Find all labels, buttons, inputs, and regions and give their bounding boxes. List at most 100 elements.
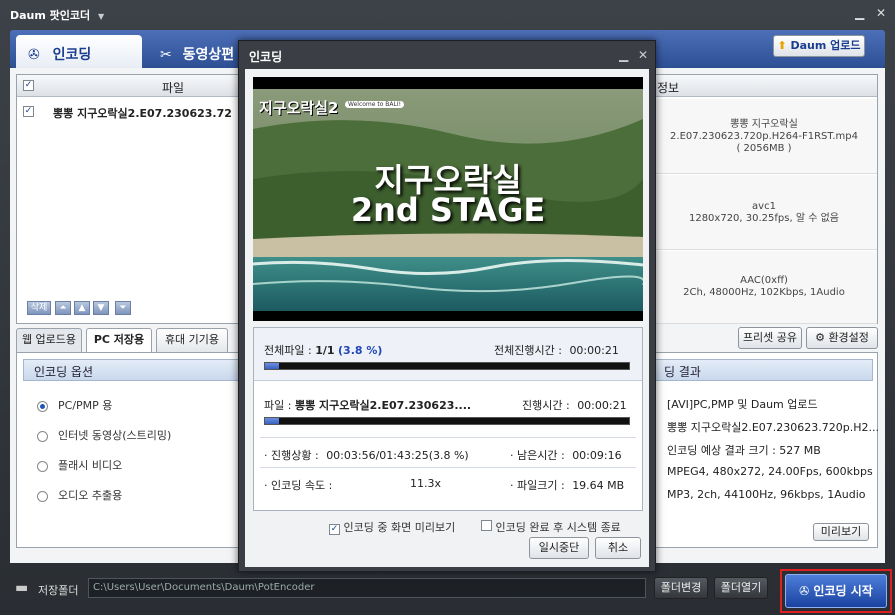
- info-file-line2: 2.E07.230623.720p.H264-F1RST.mp4: [670, 131, 858, 142]
- file-label: 파일 :: [264, 399, 292, 412]
- daum-upload-button[interactable]: ⬆ Daum 업로드: [773, 35, 865, 57]
- file-name: 뽕뽕 지구오락실2.E07.230623....: [294, 399, 472, 412]
- info-cell-file: 뽕뽕 지구오락실 2.E07.230623.720p.H264-F1RST.mp…: [651, 99, 877, 174]
- header-info: 정보: [657, 81, 680, 95]
- start-encoding-label: 인코딩 시작: [813, 584, 873, 598]
- radio-dot: [37, 400, 48, 412]
- status-value: 00:03:56/01:43:25(3.8 %): [326, 449, 469, 462]
- encoding-options-header: 인코딩 옵션: [23, 359, 243, 381]
- radio-audio-label: 오디오 추출용: [58, 489, 123, 502]
- result-line: [AVI]PC,PMP 및 Daum 업로드: [667, 398, 818, 411]
- title-line-2: 2nd STAGE: [350, 191, 546, 229]
- total-progress-fill: [265, 363, 279, 369]
- tab-web-upload[interactable]: 웹 업로드용: [16, 328, 82, 352]
- dialog-title-bar: 인코딩 ▁ ✕: [239, 41, 655, 69]
- speed-value: 11.3x: [410, 477, 442, 490]
- cancel-button[interactable]: 취소: [595, 537, 641, 559]
- result-line: 뽕뽕 지구오락실2.E07.230623.720p.H2...: [667, 421, 879, 434]
- header-file: 파일: [162, 81, 185, 95]
- open-folder-button[interactable]: 폴더열기: [714, 577, 768, 599]
- total-time-row: 전체진행시간 : 00:00:21: [494, 342, 619, 358]
- start-encoding-button[interactable]: ✇ 인코딩 시작: [785, 574, 887, 608]
- divider: [260, 437, 636, 438]
- dialog-close-button[interactable]: ✕: [638, 48, 648, 62]
- info-audio-line2: 2Ch, 48000Hz, 102Kbps, 1Audio: [683, 287, 845, 298]
- film-reel-icon: ✇: [28, 47, 40, 63]
- speed-label: · 인코딩 속도 :: [264, 479, 333, 492]
- gear-icon: ⚙: [815, 331, 825, 344]
- radio-dot: [37, 430, 48, 442]
- radio-dot: [37, 490, 48, 502]
- settings-button[interactable]: ⚙ 환경설정: [806, 327, 878, 349]
- filesize-value: 19.64 MB: [572, 479, 625, 492]
- folder-icon: ▬: [15, 580, 29, 596]
- title-menu-arrow-icon[interactable]: ▼: [98, 12, 104, 21]
- status-row: · 진행상황 : 00:03:56/01:43:25(3.8 %): [264, 447, 469, 463]
- info-video-line1: avc1: [752, 201, 776, 212]
- shutdown-label: 인코딩 완료 후 시스템 종료: [495, 521, 621, 534]
- progress-time-value: 00:00:21: [577, 399, 627, 412]
- move-up-button[interactable]: ▲: [74, 301, 90, 315]
- tab-pc-save[interactable]: PC 저장용: [86, 328, 152, 352]
- info-audio-line1: AAC(0xff): [740, 275, 788, 286]
- result-header: 딩 결과: [653, 359, 873, 381]
- show-badge: Welcome to BALI!: [345, 101, 405, 108]
- select-all-checkbox[interactable]: ✓: [23, 80, 34, 91]
- tab-encoding-label: 인코딩: [52, 47, 92, 63]
- preview-while-encoding-option[interactable]: ✓ 인코딩 중 화면 미리보기: [329, 519, 455, 535]
- film-reel-icon: ✇: [799, 584, 810, 598]
- info-cell-audio: AAC(0xff) 2Ch, 48000Hz, 102Kbps, 1Audio: [651, 251, 877, 324]
- file-progress-bar: [264, 417, 630, 425]
- close-button[interactable]: ✕: [876, 6, 886, 20]
- file-row-checkbox[interactable]: ✓: [23, 106, 34, 117]
- info-file-line3: ( 2056MB ): [736, 143, 792, 154]
- save-folder-path[interactable]: C:\Users\User\Documents\Daum\PotEncoder: [88, 578, 646, 598]
- total-percent: (3.8 %): [338, 344, 383, 357]
- result-line: MPEG4, 480x272, 24.00Fps, 600kbps: [667, 465, 873, 478]
- tab-mobile[interactable]: 휴대 기기용: [156, 328, 228, 352]
- delete-button[interactable]: 삭제: [27, 301, 51, 315]
- pause-button[interactable]: 일시중단: [529, 537, 589, 559]
- radio-dot: [37, 460, 48, 472]
- radio-audio[interactable]: 오디오 추출용: [37, 487, 122, 503]
- tab-encoding[interactable]: ✇ 인코딩: [16, 35, 142, 68]
- minimize-button[interactable]: ▁: [855, 6, 864, 20]
- total-time-value: 00:00:21: [569, 344, 619, 357]
- app-title: Daum 팟인코더: [10, 9, 91, 22]
- video-preview: 지구오락실2 Welcome to BALI! 지구오락실 2nd STAGE: [253, 77, 643, 321]
- daum-upload-label: Daum 업로드: [790, 39, 861, 52]
- tab-video-edit-label: 동영상편: [182, 47, 235, 63]
- radio-streaming-label: 인터넷 동영상(스트리밍): [58, 429, 172, 442]
- bottom-bar: ▬ 저장폴더 C:\Users\User\Documents\Daum\PotE…: [0, 566, 895, 615]
- move-bottom-button[interactable]: ⏷: [115, 301, 131, 315]
- radio-pc-pmp[interactable]: PC/PMP 용: [37, 397, 112, 413]
- result-line: MP3, 2ch, 44100Hz, 96kbps, 1Audio: [667, 488, 866, 501]
- dialog-minimize-button[interactable]: ▁: [619, 48, 628, 62]
- filesize-row: · 파일크기 : 19.64 MB: [510, 477, 624, 493]
- total-time-label: 전체진행시간 :: [494, 344, 562, 357]
- change-folder-button[interactable]: 폴더변경: [654, 577, 708, 599]
- result-line: 인코딩 예상 결과 크기 : 527 MB: [667, 444, 821, 457]
- scissors-icon: ✂: [160, 47, 172, 63]
- info-cell-video: avc1 1280x720, 30.25fps, 알 수 없음: [651, 175, 877, 250]
- preset-share-button[interactable]: 프리셋 공유: [738, 327, 802, 349]
- shutdown-option[interactable]: 인코딩 완료 후 시스템 종료: [481, 519, 621, 535]
- total-files-value: 1/1: [315, 344, 335, 357]
- speed-row: · 인코딩 속도 : 11.3x: [264, 477, 441, 493]
- move-down-button[interactable]: ▼: [93, 301, 109, 315]
- encoding-dialog: 인코딩 ▁ ✕ 지구오락실2 Welcome to BALI! 지구오락실 2n…: [238, 40, 656, 572]
- radio-flash[interactable]: 플래시 비디오: [37, 457, 122, 473]
- save-folder-label: 저장폴더: [38, 584, 79, 597]
- remaining-value: 00:09:16: [572, 449, 622, 462]
- preview-while-encoding-checkbox[interactable]: ✓: [329, 524, 340, 535]
- preview-button[interactable]: 미리보기: [813, 523, 869, 541]
- shutdown-checkbox[interactable]: [481, 520, 492, 531]
- radio-streaming[interactable]: 인터넷 동영상(스트리밍): [37, 427, 171, 443]
- dialog-body: 지구오락실2 Welcome to BALI! 지구오락실 2nd STAGE …: [245, 69, 649, 567]
- file-row-name: 뽕뽕 지구오락실2.E07.230623.72: [53, 107, 232, 120]
- file-name-row: 파일 : 뽕뽕 지구오락실2.E07.230623....: [264, 397, 471, 413]
- info-file-line1: 뽕뽕 지구오락실: [730, 119, 798, 130]
- upload-arrow-icon: ⬆: [777, 39, 787, 52]
- move-top-button[interactable]: ⏶: [55, 301, 71, 315]
- preview-frame: 지구오락실2 Welcome to BALI! 지구오락실 2nd STAGE: [253, 89, 643, 311]
